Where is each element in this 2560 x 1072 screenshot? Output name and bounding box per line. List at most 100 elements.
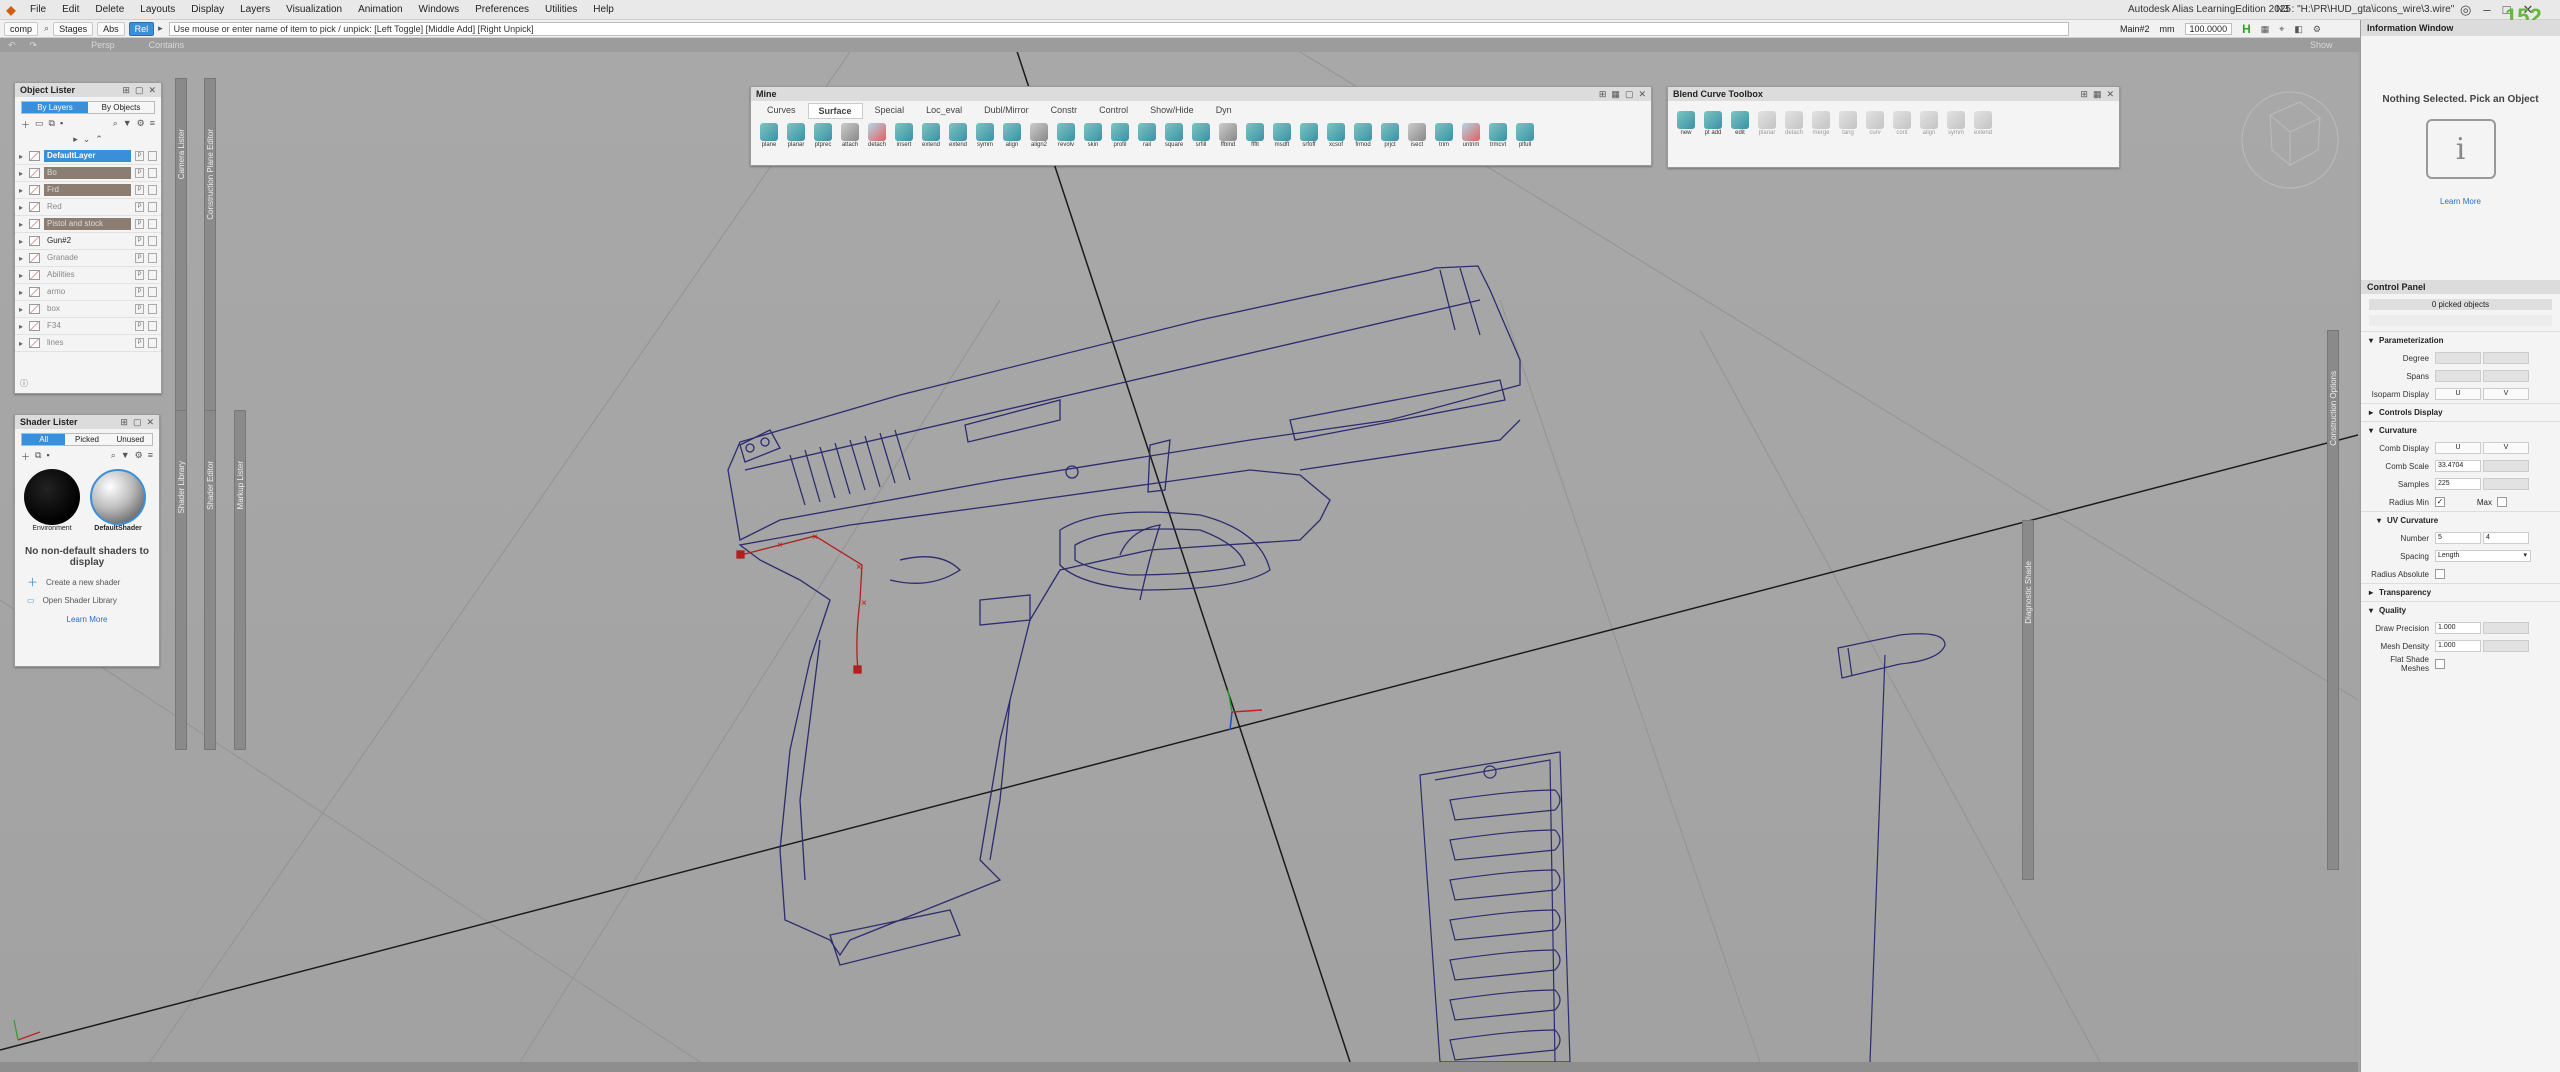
layer-pick-toggle[interactable]: P: [135, 151, 144, 161]
shelf-tool-button[interactable]: srfoff: [1297, 123, 1321, 148]
shelf-tool-button[interactable]: rail: [1135, 123, 1159, 148]
expand-arrow-icon[interactable]: ▸: [19, 288, 25, 297]
expand-arrow-icon[interactable]: ▸: [19, 322, 25, 331]
layer-lock-toggle[interactable]: [148, 151, 157, 161]
blend-tool-button[interactable]: symm: [1944, 111, 1968, 136]
create-shader-link[interactable]: ＋ Create a new shader: [27, 574, 147, 590]
expand-icon[interactable]: ▢: [133, 417, 142, 428]
layer-visibility-icon[interactable]: [29, 304, 40, 314]
delete-icon[interactable]: ▪: [60, 118, 63, 131]
menu-preferences[interactable]: Preferences: [467, 4, 537, 15]
layer-pick-toggle[interactable]: P: [135, 185, 144, 195]
shelf-tool-button[interactable]: align2: [1027, 123, 1051, 148]
shelf-tool-button[interactable]: untrim: [1459, 123, 1483, 148]
shelf-tool-button[interactable]: attach: [838, 123, 862, 148]
layer-row[interactable]: ▸ Frd P: [15, 182, 161, 199]
layer-visibility-icon[interactable]: [29, 253, 40, 263]
shelf-tool-button[interactable]: square: [1162, 123, 1186, 148]
radius-absolute-checkbox[interactable]: [2435, 569, 2445, 579]
blend-tool-button[interactable]: tang: [1836, 111, 1860, 136]
number-v-field[interactable]: 4: [2483, 532, 2529, 544]
open-library-label[interactable]: Open Shader Library: [43, 596, 117, 605]
construction-options-strip[interactable]: Construction Options: [2327, 330, 2339, 870]
expand-arrow-icon[interactable]: ▸: [19, 169, 25, 178]
settings-icon[interactable]: ⚙: [137, 118, 145, 131]
chevron-down-icon[interactable]: ⌄: [83, 134, 91, 145]
mine-shelf-titlebar[interactable]: Mine ⊞ ▦ ▢ ✕: [751, 87, 1651, 101]
layer-visibility-icon[interactable]: [29, 321, 40, 331]
shelf-tool-button[interactable]: ffblnd: [1216, 123, 1240, 148]
layer-lock-toggle[interactable]: [148, 270, 157, 280]
tab-picked[interactable]: Picked: [65, 434, 109, 445]
layer-pick-toggle[interactable]: P: [135, 219, 144, 229]
layer-lock-toggle[interactable]: [148, 287, 157, 297]
layer-row[interactable]: ▸ Gun#2 P: [15, 233, 161, 250]
layer-pick-toggle[interactable]: P: [135, 304, 144, 314]
abs-toggle[interactable]: Abs: [97, 21, 125, 36]
section-curvature[interactable]: ▾ Curvature: [2361, 421, 2560, 439]
menu-animation[interactable]: Animation: [350, 4, 410, 15]
chevron-up-icon[interactable]: ⌃: [95, 134, 103, 145]
blend-tool-button[interactable]: new: [1674, 111, 1698, 136]
close-icon[interactable]: ✕: [2106, 89, 2114, 100]
construction-options-tab[interactable]: Construction Options: [2329, 371, 2338, 446]
max-checkbox[interactable]: [2497, 497, 2507, 507]
layer-pick-toggle[interactable]: P: [135, 202, 144, 212]
layer-name[interactable]: Bo: [44, 167, 131, 179]
filter-icon[interactable]: ▼: [121, 450, 130, 463]
search-icon[interactable]: ⌕: [111, 450, 116, 463]
play-icon[interactable]: ▸: [158, 23, 163, 34]
expand-arrow-icon[interactable]: ▸: [19, 271, 25, 280]
diagnostic-shade-strip[interactable]: Diagnostic Shade: [2022, 520, 2034, 880]
shelf-tab[interactable]: Control: [1089, 103, 1138, 119]
shader-editor-strip[interactable]: Shader Editor: [204, 410, 216, 750]
shader-editor-tab[interactable]: Shader Editor: [206, 461, 215, 510]
shader-lister-titlebar[interactable]: Shader Lister ⊞ ▢ ✕: [15, 415, 159, 429]
layer-visibility-icon[interactable]: [29, 151, 40, 161]
layer-name[interactable]: Frd: [44, 184, 131, 196]
menu-icon[interactable]: ≡: [150, 118, 155, 131]
menu-edit[interactable]: Edit: [54, 4, 87, 15]
layer-visibility-icon[interactable]: [29, 185, 40, 195]
shelf-tab[interactable]: Dubl/Mirror: [974, 103, 1039, 119]
grid-icon[interactable]: ▦: [2093, 89, 2102, 100]
shelf-tool-button[interactable]: isect: [1405, 123, 1429, 148]
layer-visibility-icon[interactable]: [29, 202, 40, 212]
shelf-tool-button[interactable]: msdft: [1270, 123, 1294, 148]
pin-icon[interactable]: ⊞: [1599, 89, 1607, 100]
isoparm-v-button[interactable]: V: [2483, 388, 2529, 400]
search-icon[interactable]: ⌕: [113, 118, 118, 131]
user-icon[interactable]: ◎: [2460, 2, 2471, 18]
rel-toggle[interactable]: Rel: [128, 21, 155, 36]
spacing-select[interactable]: Length ▾: [2435, 550, 2531, 562]
folder-icon[interactable]: ▭: [35, 118, 44, 131]
delete-icon[interactable]: ▪: [46, 450, 49, 463]
pin-icon[interactable]: ⊞: [122, 85, 130, 96]
object-lister-titlebar[interactable]: Object Lister ⊞ ▢ ✕: [15, 83, 161, 97]
tab-all[interactable]: All: [22, 434, 66, 445]
layer-name[interactable]: box: [44, 303, 131, 315]
tab-by-objects[interactable]: By Objects: [88, 102, 154, 113]
section-transparency[interactable]: ▸ Transparency: [2361, 583, 2560, 601]
camera-lister-tab[interactable]: Camera Lister: [177, 129, 186, 179]
expand-arrow-icon[interactable]: ▸: [19, 254, 25, 263]
blend-tool-button[interactable]: extend: [1971, 111, 1995, 136]
layer-name[interactable]: F34: [44, 320, 131, 332]
shelf-tab[interactable]: Show/Hide: [1140, 103, 1204, 119]
section-quality[interactable]: ▾ Quality: [2361, 601, 2560, 619]
settings-icon[interactable]: ⚙: [2313, 24, 2321, 35]
shelf-tool-button[interactable]: skin: [1081, 123, 1105, 148]
layer-lock-toggle[interactable]: [148, 304, 157, 314]
stages-button[interactable]: Stages: [53, 21, 94, 36]
grid-icon[interactable]: ▦: [1611, 89, 1620, 100]
menu-display[interactable]: Display: [183, 4, 232, 15]
section-parameterization[interactable]: ▾ Parameterization: [2361, 331, 2560, 349]
pin-icon[interactable]: ⊞: [2080, 89, 2088, 100]
menu-help[interactable]: Help: [585, 4, 622, 15]
draw-precision-slider[interactable]: [2483, 622, 2529, 634]
default-shader-swatch[interactable]: [90, 469, 146, 525]
samples-slider[interactable]: [2483, 478, 2529, 490]
radius-min-checkbox[interactable]: ✓: [2435, 497, 2445, 507]
shader-default[interactable]: DefaultShader: [89, 469, 147, 532]
layer-visibility-icon[interactable]: [29, 168, 40, 178]
